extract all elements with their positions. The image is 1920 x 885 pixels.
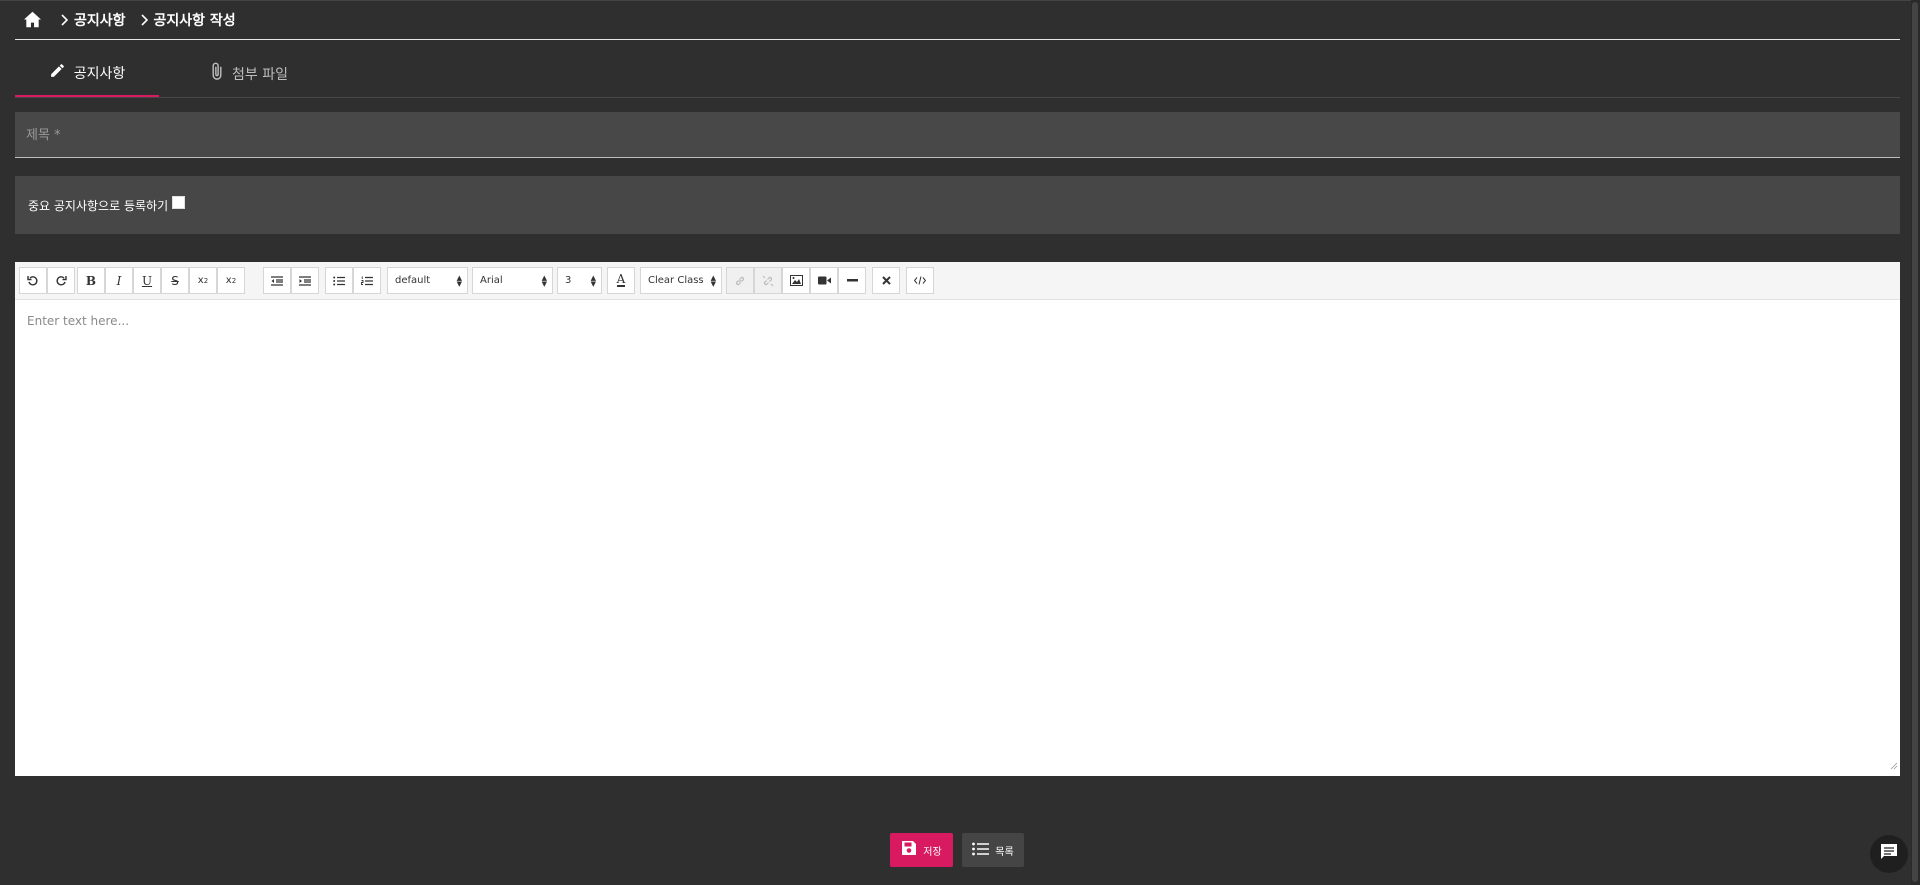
link-button[interactable] <box>726 267 754 294</box>
underline-button[interactable]: U <box>133 267 161 294</box>
chat-bubble-icon <box>1879 842 1899 866</box>
tab-bar: 공지사항 첨부 파일 <box>15 50 1900 98</box>
resize-handle-icon[interactable] <box>1890 755 1898 774</box>
horizontal-rule-button[interactable] <box>838 267 866 294</box>
subscript-button[interactable]: x2 <box>189 267 217 294</box>
tab-attachments[interactable]: 첨부 파일 <box>189 50 309 97</box>
title-field <box>15 112 1900 159</box>
remove-format-button[interactable] <box>872 267 900 294</box>
redo-button[interactable] <box>47 267 75 294</box>
font-family-select[interactable]: Arial ▲ ▼ <box>472 267 553 294</box>
numbered-list-button[interactable] <box>353 267 381 294</box>
breadcrumb-item-notices[interactable]: 공지사항 <box>74 10 126 30</box>
bullet-list-icon <box>333 276 345 285</box>
font-size-value: 3 <box>565 275 572 286</box>
italic-button[interactable]: I <box>105 267 133 294</box>
breadcrumb-item-notice-write[interactable]: 공지사항 작성 <box>154 10 236 30</box>
paragraph-style-select[interactable]: default ▲ ▼ <box>387 267 468 294</box>
save-button-label: 저장 <box>923 846 942 858</box>
tab-attachments-label: 첨부 파일 <box>232 66 288 83</box>
floppy-disk-icon <box>901 840 917 860</box>
horizontal-rule-icon <box>846 279 858 282</box>
font-size-select[interactable]: 3 ▲ ▼ <box>557 267 602 294</box>
indent-icon <box>299 275 311 286</box>
list-icon <box>972 841 990 860</box>
bullet-list-button[interactable] <box>325 267 353 294</box>
chevron-right-icon <box>60 13 68 26</box>
select-arrows-icon: ▲ ▼ <box>590 274 596 288</box>
chat-button[interactable] <box>1870 835 1908 873</box>
unlink-button[interactable] <box>754 267 782 294</box>
breadcrumb: 공지사항 공지사항 작성 <box>15 0 1900 40</box>
font-family-value: Arial <box>480 275 503 286</box>
image-icon <box>789 275 803 286</box>
indent-button[interactable] <box>291 267 319 294</box>
editor-content-area[interactable]: Enter text here... <box>15 304 1900 776</box>
rich-text-editor: B I U S x2 x2 default ▲ ▼ Arial ▲ ▼ 3 ▲ ▼ <box>15 262 1900 776</box>
bold-button[interactable]: B <box>77 267 105 294</box>
tab-notice[interactable]: 공지사항 <box>15 50 159 97</box>
editor-placeholder: Enter text here... <box>27 314 130 328</box>
important-notice-label: 중요 공지사항으로 등록하기 <box>28 198 169 213</box>
clear-class-value: Clear Class <box>648 275 704 286</box>
title-input[interactable] <box>24 112 1888 159</box>
strikethrough-button[interactable]: S <box>161 267 189 294</box>
pencil-icon <box>49 62 74 83</box>
clear-class-select[interactable]: Clear Class ▲ ▼ <box>640 267 722 294</box>
outdent-button[interactable] <box>263 267 291 294</box>
select-arrows-icon: ▲ ▼ <box>541 274 547 288</box>
outdent-icon <box>271 275 283 286</box>
paragraph-style-value: default <box>395 275 431 286</box>
superscript-button[interactable]: x2 <box>217 267 245 294</box>
important-notice-box: 중요 공지사항으로 등록하기 <box>15 176 1900 234</box>
undo-button[interactable] <box>19 267 47 294</box>
page-scrollbar-thumb[interactable] <box>1912 2 1918 882</box>
font-color-button[interactable]: A <box>607 267 635 294</box>
numbered-list-icon <box>361 276 373 285</box>
insert-image-button[interactable] <box>782 267 810 294</box>
insert-video-button[interactable] <box>810 267 838 294</box>
editor-toolbar: B I U S x2 x2 default ▲ ▼ Arial ▲ ▼ 3 ▲ ▼ <box>15 262 1900 300</box>
close-icon <box>881 276 891 285</box>
tab-notice-label: 공지사항 <box>73 65 126 82</box>
select-arrows-icon: ▲ ▼ <box>710 274 716 288</box>
code-view-button[interactable] <box>906 267 934 294</box>
important-notice-checkbox[interactable] <box>172 195 186 209</box>
paperclip-icon <box>210 62 232 85</box>
save-button[interactable]: 저장 <box>890 833 953 867</box>
list-button-label: 목록 <box>995 846 1014 858</box>
select-arrows-icon: ▲ ▼ <box>456 274 462 288</box>
video-camera-icon <box>817 276 831 285</box>
list-button[interactable]: 목록 <box>962 833 1024 867</box>
chevron-right-icon <box>140 13 148 26</box>
link-icon <box>735 276 745 285</box>
home-icon[interactable] <box>18 6 46 34</box>
redo-icon <box>56 275 67 286</box>
unlink-icon <box>762 275 774 286</box>
undo-icon <box>27 275 38 286</box>
code-icon <box>914 276 926 285</box>
font-color-icon: A <box>616 272 626 287</box>
